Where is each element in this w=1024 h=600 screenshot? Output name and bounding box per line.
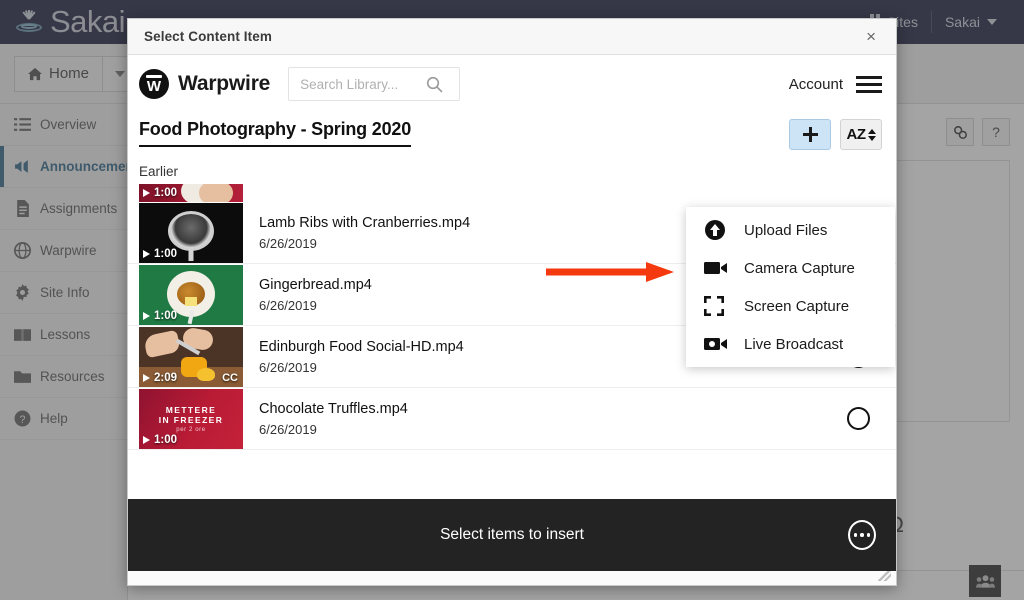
thumb-text-line1: METTERE (165, 404, 217, 415)
menu-item-live-broadcast[interactable]: Live Broadcast (686, 325, 895, 363)
menu-item-label: Camera Capture (744, 259, 855, 277)
menu-item-label: Live Broadcast (744, 335, 844, 353)
video-date: 6/26/2019 (259, 421, 317, 437)
page-title: Food Photography - Spring 2020 (139, 119, 411, 147)
account-label[interactable]: Account (789, 76, 843, 93)
insert-footer-bar: Select items to insert (128, 499, 896, 571)
list-item[interactable]: METTERE IN FREEZER per 2 ore 1:00 Chocol… (128, 388, 896, 450)
menu-item-label: Screen Capture (744, 297, 850, 315)
warpwire-brand-text: Warpwire (178, 72, 271, 95)
video-duration: 1:00 (143, 434, 177, 446)
play-icon (143, 189, 150, 197)
video-title: Chocolate Truffles.mp4 (259, 400, 408, 417)
play-icon (143, 249, 150, 258)
upload-circle-icon (704, 218, 728, 242)
hamburger-icon[interactable] (856, 75, 882, 93)
radio-circle-icon (847, 407, 870, 430)
account-area: Account (789, 75, 882, 93)
sort-az-icon (867, 128, 876, 141)
video-duration: 1:00 (143, 248, 177, 260)
ellipsis-circle-icon[interactable] (848, 520, 876, 550)
video-title: Edinburgh Food Social-HD.mp4 (259, 338, 464, 355)
menu-item-camera-capture[interactable]: Camera Capture (686, 249, 895, 287)
video-meta: Gingerbread.mp4 6/26/2019 (243, 277, 372, 313)
video-duration: 2:09 (143, 372, 177, 384)
search-library-box[interactable] (288, 67, 461, 101)
crop-brackets-icon (704, 294, 728, 318)
video-thumbnail[interactable]: METTERE IN FREEZER per 2 ore 1:00 (139, 388, 243, 449)
video-meta: Chocolate Truffles.mp4 6/26/2019 (243, 401, 408, 437)
warpwire-logo[interactable]: W Warpwire (139, 69, 270, 99)
video-duration: 1:00 (143, 187, 177, 199)
video-date: 6/26/2019 (259, 359, 317, 375)
video-meta: Lamb Ribs with Cranberries.mp4 6/26/2019 (243, 215, 470, 251)
thumb-text-line3: per 2 ore (176, 426, 206, 433)
dialog-title-bar: Select Content Item × (128, 19, 896, 55)
add-content-menu: Upload Files Camera Capture Screen Captu… (686, 207, 895, 367)
video-title: Gingerbread.mp4 (259, 276, 372, 293)
video-camera-icon (704, 256, 728, 280)
library-actions: AZ (789, 119, 882, 150)
play-icon (143, 435, 150, 444)
annotation-arrow (546, 262, 674, 282)
footer-status-text: Select items to insert (440, 526, 584, 543)
thumb-text-line2: IN FREEZER (158, 414, 224, 425)
warpwire-logo-letter: W (146, 78, 162, 95)
sort-button-label: AZ (846, 126, 867, 143)
add-content-button[interactable] (789, 119, 831, 150)
warpwire-mark-icon: W (139, 69, 169, 99)
close-icon[interactable]: × (862, 26, 880, 47)
video-thumbnail[interactable]: 1:00 (139, 184, 243, 202)
video-date: 6/26/2019 (259, 297, 317, 313)
play-icon (143, 311, 150, 320)
select-content-item-dialog: Select Content Item × W Warpwire Search … (127, 18, 897, 586)
plus-icon (802, 127, 818, 142)
sort-button[interactable]: AZ (840, 119, 882, 150)
closed-caption-badge: CC (222, 371, 238, 384)
video-date: 6/26/2019 (259, 235, 317, 251)
video-thumbnail[interactable]: 1:00 (139, 202, 243, 263)
video-title: Lamb Ribs with Cranberries.mp4 (259, 214, 471, 231)
live-broadcast-icon (704, 332, 728, 356)
menu-item-upload-files[interactable]: Upload Files (686, 211, 895, 249)
dialog-body: W Warpwire Account Food Photogr (128, 55, 896, 585)
menu-item-screen-capture[interactable]: Screen Capture (686, 287, 895, 325)
search-icon[interactable] (426, 76, 443, 93)
video-duration: 1:00 (143, 310, 177, 322)
library-title-row: Food Photography - Spring 2020 AZ (128, 113, 896, 150)
play-icon (143, 373, 150, 382)
dialog-title: Select Content Item (144, 29, 272, 44)
list-item[interactable]: 1:00 (128, 184, 896, 202)
section-label: Earlier (139, 164, 179, 179)
video-thumbnail[interactable]: 1:00 (139, 264, 243, 325)
search-input[interactable] (298, 75, 427, 93)
video-meta: Edinburgh Food Social-HD.mp4 6/26/2019 (243, 339, 464, 375)
select-radio[interactable] (847, 407, 870, 430)
menu-item-label: Upload Files (744, 221, 828, 239)
video-thumbnail[interactable]: 2:09 CC (139, 326, 243, 387)
warpwire-header: W Warpwire Account (128, 55, 896, 113)
